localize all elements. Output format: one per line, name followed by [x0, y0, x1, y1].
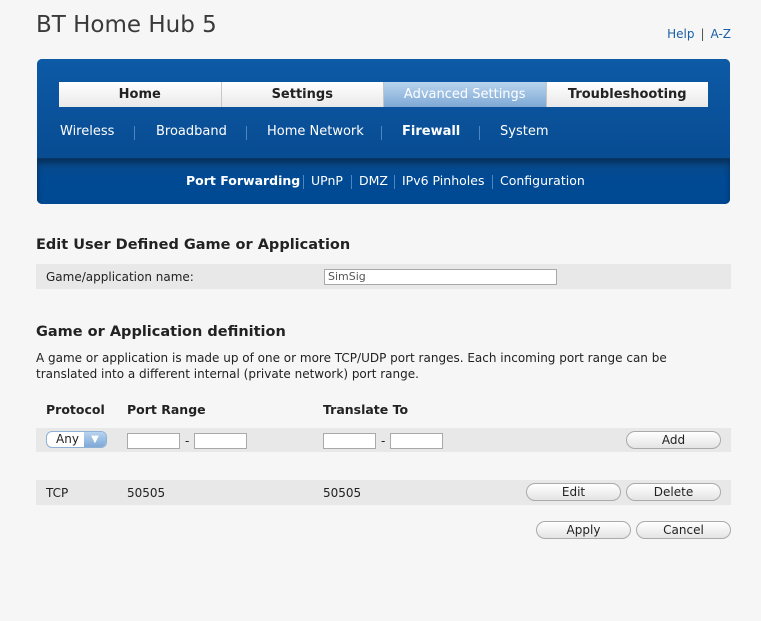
subsubnav-separator — [492, 175, 493, 189]
protocol-select[interactable]: Any ▼ — [46, 431, 107, 448]
port-range-start-input[interactable] — [127, 433, 180, 449]
firewall-subnav: Port Forwarding UPnP DMZ IPv6 Pinholes C… — [37, 173, 730, 191]
chevron-down-icon: ▼ — [84, 432, 106, 447]
apply-button[interactable]: Apply — [536, 521, 631, 539]
nav-top-band — [37, 59, 730, 158]
edit-section-title: Edit User Defined Game or Application — [36, 237, 351, 253]
definition-description: A game or application is made up of one … — [36, 351, 667, 381]
name-label: Game/application name: — [46, 270, 194, 284]
row-port-range: 50505 — [127, 486, 166, 500]
translate-to-header: Translate To — [323, 402, 409, 417]
main-tabs: Home Settings Advanced Settings Troubles… — [59, 82, 708, 107]
subnav-separator — [134, 126, 135, 140]
subsubnav-separator — [303, 175, 304, 189]
translate-start-input[interactable] — [323, 433, 376, 449]
subnav-system[interactable]: System — [500, 124, 548, 139]
add-button[interactable]: Add — [626, 431, 721, 449]
subnav-separator — [381, 126, 382, 140]
subsubnav-separator — [394, 175, 395, 189]
subsubnav-configuration[interactable]: Configuration — [500, 173, 585, 188]
tab-advanced-settings[interactable]: Advanced Settings — [384, 82, 547, 107]
subnav-separator — [479, 126, 480, 140]
tab-home[interactable]: Home — [59, 82, 222, 107]
port-range-end-input[interactable] — [194, 433, 247, 449]
subnav-wireless[interactable]: Wireless — [60, 124, 114, 139]
main-navigation: Home Settings Advanced Settings Troubles… — [37, 59, 730, 204]
cancel-button[interactable]: Cancel — [636, 521, 731, 539]
subsubnav-separator — [351, 175, 352, 189]
translate-end-input[interactable] — [390, 433, 443, 449]
port-range-header: Port Range — [127, 402, 206, 417]
protocol-header: Protocol — [46, 402, 105, 417]
definition-section-title: Game or Application definition — [36, 324, 286, 340]
edit-button[interactable]: Edit — [526, 483, 621, 501]
port-range-dash: - — [185, 434, 190, 448]
brand-title: BT Home Hub 5 — [36, 12, 217, 38]
az-link[interactable]: A-Z — [711, 27, 732, 41]
subsubnav-dmz[interactable]: DMZ — [359, 173, 388, 188]
advanced-subnav: Wireless Broadband Home Network Firewall… — [37, 124, 730, 142]
translate-dash: - — [381, 434, 386, 448]
tab-settings[interactable]: Settings — [221, 82, 384, 107]
tab-troubleshooting[interactable]: Troubleshooting — [546, 82, 708, 107]
row-translate-to: 50505 — [323, 486, 362, 500]
row-protocol: TCP — [46, 486, 69, 500]
help-link[interactable]: Help — [667, 27, 694, 41]
subnav-firewall[interactable]: Firewall — [402, 124, 460, 139]
protocol-select-value: Any — [56, 432, 79, 446]
subnav-broadband[interactable]: Broadband — [156, 124, 227, 139]
top-links-separator: | — [700, 27, 705, 41]
subnav-home-network[interactable]: Home Network — [267, 124, 364, 139]
subsubnav-upnp[interactable]: UPnP — [311, 173, 343, 188]
subsubnav-ipv6-pinholes[interactable]: IPv6 Pinholes — [402, 173, 484, 188]
delete-button[interactable]: Delete — [626, 483, 721, 501]
name-input[interactable]: SimSig — [324, 269, 557, 285]
subsubnav-port-forwarding[interactable]: Port Forwarding — [186, 173, 300, 188]
top-links: Help | A-Z — [667, 27, 731, 41]
subnav-separator — [246, 126, 247, 140]
